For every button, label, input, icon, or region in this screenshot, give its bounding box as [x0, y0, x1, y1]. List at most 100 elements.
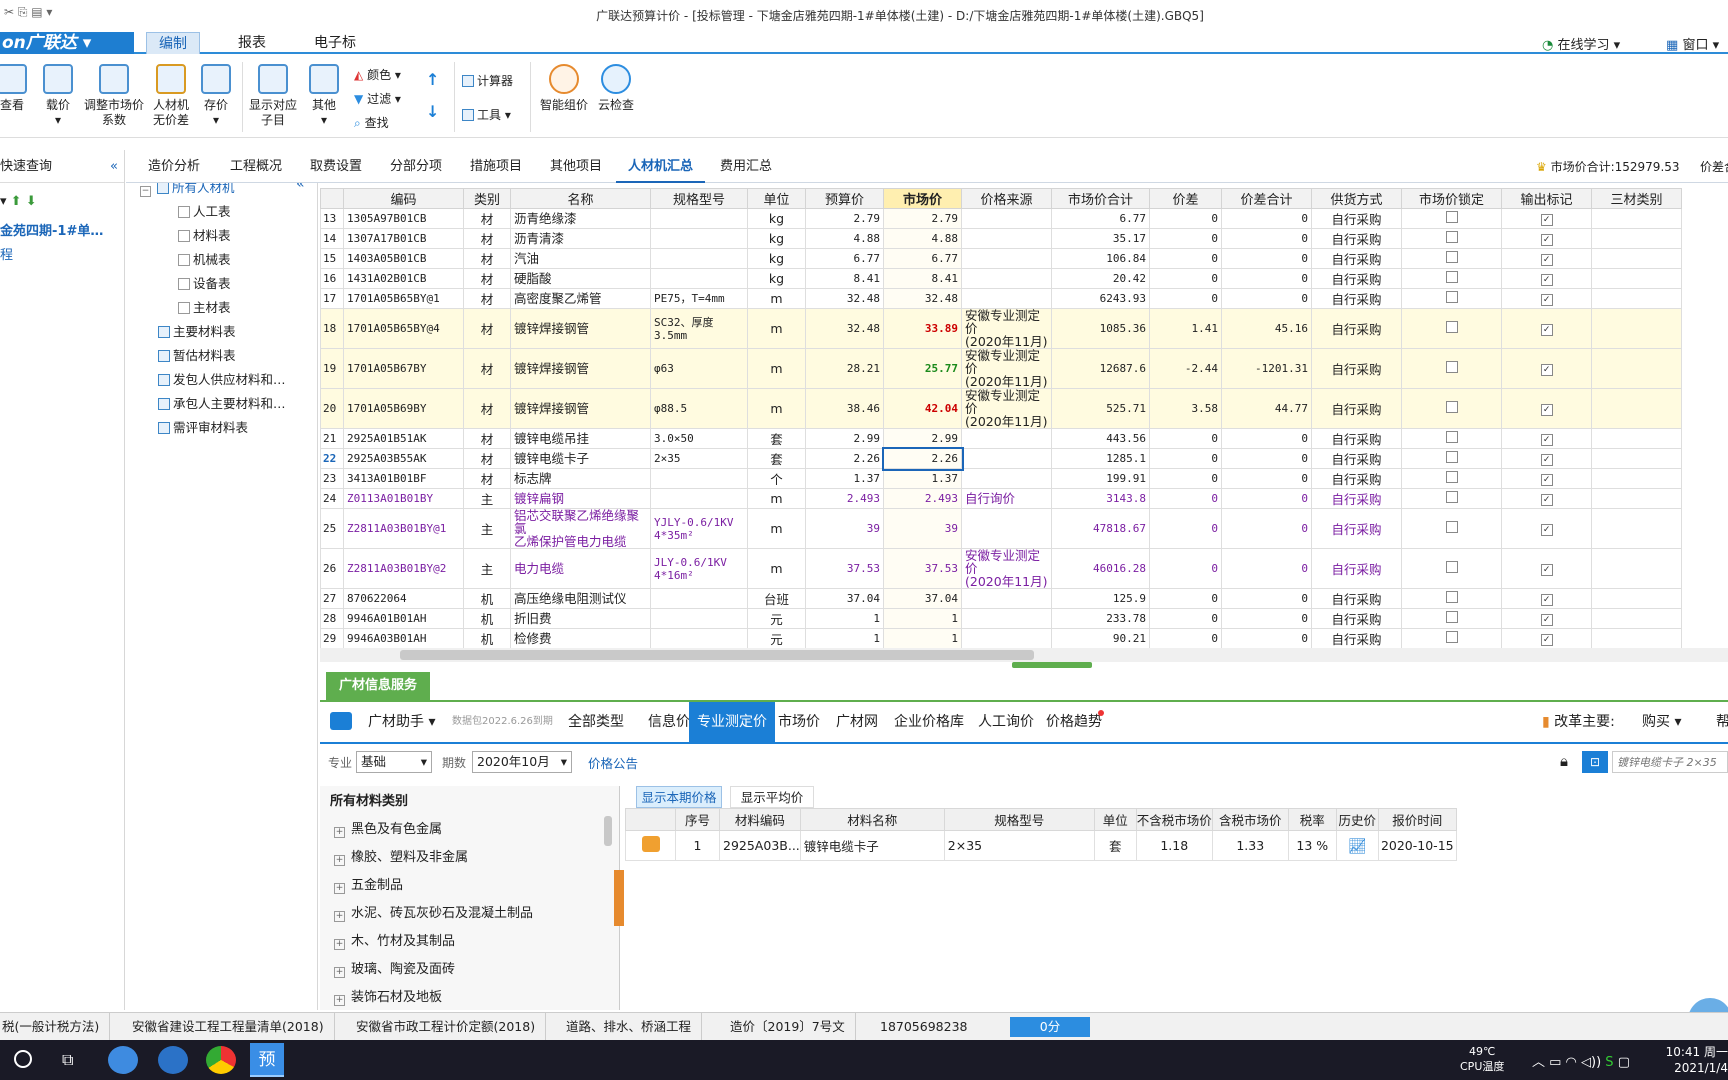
table-row[interactable]: 13 1305A97B01CB 材沥青绝缘漆 kg 2.79 2.79 6.77 0 0 自行采购…	[320, 208, 1682, 229]
cell-unit[interactable]: 个	[747, 468, 806, 489]
load-price-button[interactable]: 载价 ▾	[38, 56, 78, 138]
cloud-check-button[interactable]: 云检查	[596, 56, 636, 138]
cell-diff[interactable]: 0	[1149, 428, 1222, 449]
cell-name[interactable]: 标志牌	[510, 468, 651, 489]
table-row[interactable]: 18 1701A05B65BY@4 材镀锌焊接钢管 SC32、厚度3.5mm m 32.4…	[320, 308, 1682, 349]
output-checkbox[interactable]: ✓	[1540, 633, 1553, 646]
cell-three-material[interactable]	[1591, 428, 1682, 449]
smart-price-button[interactable]: 智能组价	[536, 56, 592, 138]
tree-group-employer-supply[interactable]: 发包人供应材料和…	[158, 368, 286, 391]
price-column-header[interactable]: 不含税市场价	[1135, 808, 1213, 831]
trend-chart-icon[interactable]: 📈︎	[1348, 837, 1367, 855]
cell-diff[interactable]: 0	[1149, 448, 1222, 469]
table-row[interactable]: 23 3413A01B01BF 材标志牌个 1.37 1.37 199.91 0 0 自行采购 ✓	[320, 468, 1682, 489]
clock[interactable]: 10:41 周一 2021/1/4	[1660, 1044, 1728, 1076]
output-checkbox[interactable]: ✓	[1540, 453, 1553, 466]
cell-total[interactable]: 233.78	[1051, 608, 1150, 629]
table-row[interactable]: 24 Z0113A01B01BY 主镀锌扁钢 m 2.493 2.493 自行询价 3143.…	[320, 488, 1682, 509]
price-column-header[interactable]: 报价时间	[1377, 808, 1457, 831]
cell-unit[interactable]: 台班	[747, 588, 806, 609]
cell-supply[interactable]: 自行采购	[1311, 208, 1402, 229]
price-column-header[interactable]: 材料名称	[799, 808, 945, 831]
score-badge[interactable]: 0分	[1010, 1017, 1090, 1037]
subtab-current-price[interactable]: 显示本期价格	[636, 786, 722, 808]
cell-diff[interactable]: 0	[1149, 208, 1222, 229]
lock-checkbox[interactable]	[1445, 491, 1458, 503]
cell-market[interactable]: 4.88	[883, 228, 962, 249]
cell-diff[interactable]: 0	[1149, 288, 1222, 309]
lock-checkbox[interactable]	[1445, 231, 1458, 243]
cell-name[interactable]: 电力电缆	[510, 548, 651, 589]
column-header[interactable]: 单位	[747, 188, 806, 209]
tab-fee-summary[interactable]: 费用汇总	[708, 150, 784, 183]
category-item[interactable]: + 装饰石材及地板	[334, 984, 442, 1012]
output-checkbox[interactable]: ✓	[1540, 293, 1553, 306]
cell-diff_total[interactable]: 45.16	[1221, 308, 1312, 349]
cell-unit[interactable]: m	[747, 288, 806, 309]
cell-type[interactable]: 主	[463, 548, 511, 589]
cell-market[interactable]: 1	[883, 608, 962, 629]
cell-name[interactable]: 镀锌焊接钢管	[510, 388, 651, 429]
cell-supply[interactable]: 自行采购	[1311, 228, 1402, 249]
cell-source[interactable]: 自行询价	[961, 488, 1052, 509]
lock-checkbox[interactable]	[1445, 471, 1458, 483]
cell-supply[interactable]: 自行采购	[1311, 448, 1402, 469]
cell-diff_total[interactable]: 0	[1221, 508, 1312, 549]
cell-three-material[interactable]	[1591, 468, 1682, 489]
price-cell-date[interactable]: 2020-10-15	[1377, 830, 1457, 861]
arrow-up-icon[interactable]: ⬆	[11, 194, 22, 209]
cell-budget[interactable]: 32.48	[805, 288, 884, 309]
info-tab-enterprise[interactable]: 企业价格库	[886, 702, 972, 742]
cell-diff_total[interactable]: 0	[1221, 248, 1312, 269]
cell-source[interactable]	[961, 468, 1052, 489]
info-tab-professional[interactable]: 专业测定价	[689, 702, 775, 742]
cell-three-material[interactable]	[1591, 548, 1682, 589]
cell-market[interactable]: 2.493	[883, 488, 962, 509]
cell-type[interactable]: 材	[463, 348, 511, 389]
cell-diff_total[interactable]: 0	[1221, 208, 1312, 229]
cell-no[interactable]: 23	[320, 468, 344, 489]
move-down-icon[interactable]: ↓	[426, 102, 439, 121]
cell-spec[interactable]: 3.0×50	[650, 428, 748, 449]
cell-no[interactable]: 16	[320, 268, 344, 289]
cell-spec[interactable]: PE75，T=4mm	[650, 288, 748, 309]
cell-type[interactable]: 材	[463, 428, 511, 449]
cell-source[interactable]	[961, 428, 1052, 449]
cell-type[interactable]: 材	[463, 208, 511, 229]
cell-diff_total[interactable]: 44.77	[1221, 388, 1312, 429]
cell-total[interactable]: 125.9	[1051, 588, 1150, 609]
output-checkbox[interactable]: ✓	[1540, 363, 1553, 376]
cell-type[interactable]: 材	[463, 268, 511, 289]
cell-type[interactable]: 材	[463, 468, 511, 489]
table-row[interactable]: 19 1701A05B67BY 材镀锌焊接钢管 φ63 m 28.21 25.77 安徽专业测…	[320, 348, 1682, 389]
cell-diff_total[interactable]: 0	[1221, 608, 1312, 629]
cell-code[interactable]: 2925A01B51AK	[343, 428, 464, 449]
cell-source[interactable]	[961, 268, 1052, 289]
cell-diff[interactable]: 0	[1149, 488, 1222, 509]
cell-spec[interactable]	[650, 608, 748, 629]
quick-query-header[interactable]: 快速查询 «	[0, 150, 124, 183]
cell-supply[interactable]: 自行采购	[1311, 428, 1402, 449]
cell-three-material[interactable]	[1591, 508, 1682, 549]
project-node[interactable]: 金苑四期-1#单…	[0, 220, 103, 239]
cell-three-material[interactable]	[1591, 208, 1682, 229]
cell-total[interactable]: 90.21	[1051, 628, 1150, 649]
move-up-icon[interactable]: ↑	[426, 70, 439, 89]
cell-market[interactable]: 2.79	[883, 208, 962, 229]
cell-type[interactable]: 机	[463, 628, 511, 649]
cell-diff[interactable]: 0	[1149, 468, 1222, 489]
cell-unit[interactable]: 元	[747, 628, 806, 649]
tools-button[interactable]: 工具 ▾	[462, 106, 511, 124]
window-menu-button[interactable]: ▦ 窗口 ▾	[1666, 34, 1719, 53]
cell-source[interactable]	[961, 248, 1052, 269]
cell-total[interactable]: 12687.6	[1051, 348, 1150, 389]
column-header[interactable]: 价差合计	[1221, 188, 1312, 209]
cell-market[interactable]: 33.89	[883, 308, 962, 349]
cell-name[interactable]: 沥青绝缘漆	[510, 208, 651, 229]
cell-budget[interactable]: 2.79	[805, 208, 884, 229]
cell-diff_total[interactable]: 0	[1221, 488, 1312, 509]
lock-checkbox[interactable]	[1445, 251, 1458, 263]
tree-item-main-material[interactable]: 主材表	[178, 296, 231, 319]
cell-budget[interactable]: 1.37	[805, 468, 884, 489]
tree-item-machine[interactable]: 机械表	[178, 248, 231, 271]
